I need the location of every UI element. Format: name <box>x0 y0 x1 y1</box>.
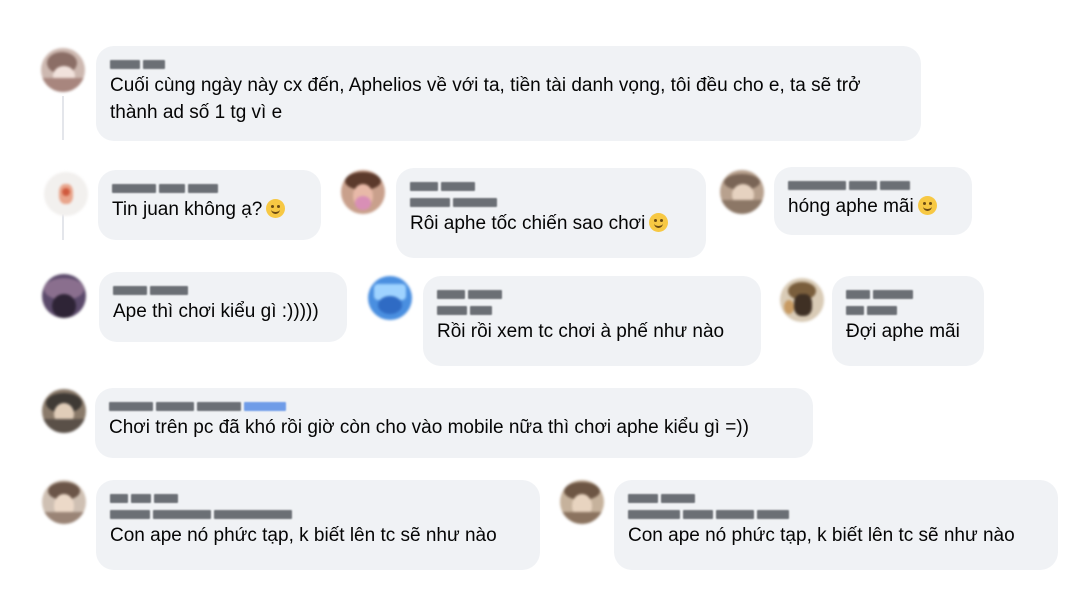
grinning-face-icon <box>266 199 286 218</box>
commenter-name[interactable] <box>109 398 799 411</box>
comment-text: Chơi trên pc đã khó rồi giờ còn cho vào … <box>109 417 749 438</box>
comment-bubble: Rồi rồi xem tc chơi à phế như nào <box>423 276 761 366</box>
replied-to-name[interactable] <box>846 302 970 315</box>
commenter-name[interactable] <box>788 177 958 190</box>
comment-bubble: Đợi aphe mãi <box>832 276 984 366</box>
replied-to-name[interactable] <box>628 506 1044 519</box>
avatar[interactable] <box>560 480 604 524</box>
thread-line <box>62 96 64 140</box>
laughing-face-icon <box>649 213 669 232</box>
commenter-name[interactable] <box>628 490 1044 503</box>
avatar[interactable] <box>341 170 385 214</box>
comment-text: Cuối cùng ngày này cx đến, Aphelios về v… <box>110 75 861 123</box>
comment-bubble: Chơi trên pc đã khó rồi giờ còn cho vào … <box>95 388 813 458</box>
replied-to-name[interactable] <box>110 506 526 519</box>
replied-to-name[interactable] <box>410 194 692 207</box>
comment-text: hóng aphe mãi <box>788 196 914 217</box>
comment-text: Đợi aphe mãi <box>846 321 960 342</box>
avatar[interactable] <box>44 172 88 216</box>
comment-bubble: Ape thì chơi kiểu gì :))))) <box>99 272 347 342</box>
commenter-name[interactable] <box>113 282 333 295</box>
avatar[interactable] <box>42 274 86 318</box>
smiling-face-icon <box>917 196 937 215</box>
comment-text: Tin juan không ạ? <box>112 199 263 220</box>
commenter-name[interactable] <box>112 180 307 193</box>
commenter-name[interactable] <box>110 56 907 69</box>
comment-bubble: Con ape nó phức tạp, k biết lên tc sẽ nh… <box>614 480 1058 570</box>
comment-bubble: hóng aphe mãi <box>774 167 972 235</box>
thread-line <box>62 214 64 240</box>
commenter-name[interactable] <box>410 178 692 191</box>
avatar[interactable] <box>42 389 86 433</box>
comment-text: Con ape nó phức tạp, k biết lên tc sẽ nh… <box>110 525 497 546</box>
comment-bubble: Rôi aphe tốc chiến sao chơi <box>396 168 706 258</box>
comment-text: Rôi aphe tốc chiến sao chơi <box>410 213 646 234</box>
comment-text: Con ape nó phức tạp, k biết lên tc sẽ nh… <box>628 525 1015 546</box>
avatar[interactable] <box>368 276 412 320</box>
comment-bubble: Tin juan không ạ? <box>98 170 321 240</box>
commenter-name[interactable] <box>110 490 526 503</box>
comment-text: Ape thì chơi kiểu gì :))))) <box>113 301 319 322</box>
avatar[interactable] <box>42 480 86 524</box>
comment-bubble: Con ape nó phức tạp, k biết lên tc sẽ nh… <box>96 480 540 570</box>
avatar[interactable] <box>720 170 764 214</box>
avatar[interactable] <box>780 278 824 322</box>
comment-text: Rồi rồi xem tc chơi à phế như nào <box>437 321 725 342</box>
commenter-name[interactable] <box>846 286 970 299</box>
comment-bubble: Cuối cùng ngày này cx đến, Aphelios về v… <box>96 46 921 141</box>
commenter-name[interactable] <box>437 286 747 299</box>
avatar[interactable] <box>41 48 85 92</box>
replied-to-name[interactable] <box>437 302 747 315</box>
